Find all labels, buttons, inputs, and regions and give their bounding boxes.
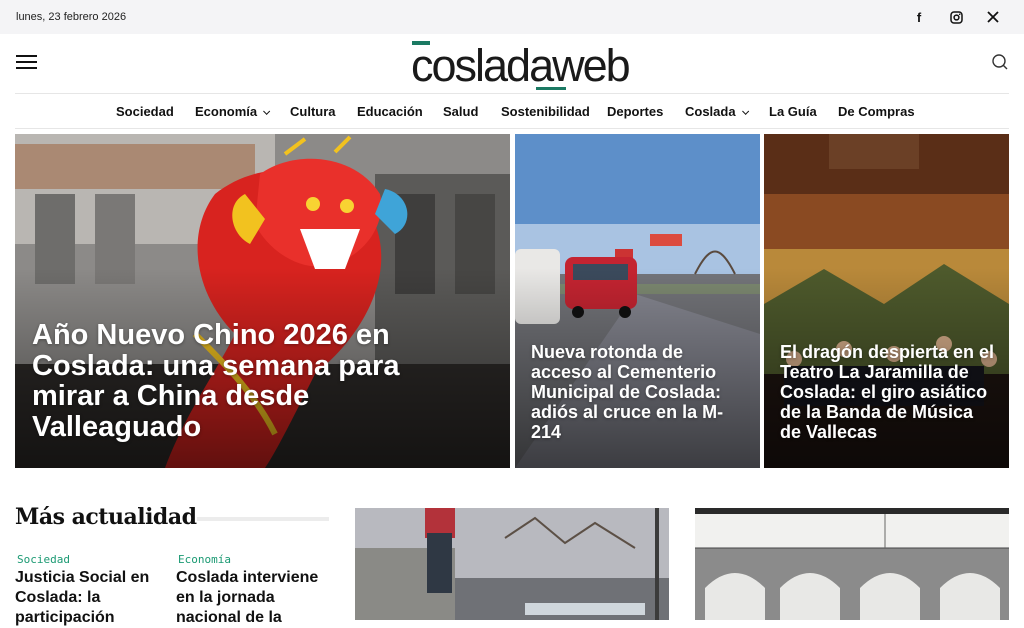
search-icon[interactable] xyxy=(991,53,1009,71)
architectural-drawing-image xyxy=(695,508,1009,620)
article-image-street[interactable] xyxy=(355,508,669,620)
section-divider xyxy=(197,517,329,521)
chevron-down-icon xyxy=(263,107,271,115)
nav-item-la-guia[interactable]: La Guía xyxy=(769,104,817,119)
nav-item-cultura[interactable]: Cultura xyxy=(290,104,336,119)
facebook-icon[interactable]: f xyxy=(909,7,929,27)
nav-item-deportes[interactable]: Deportes xyxy=(607,104,663,119)
site-logo[interactable]: cosladaweb xyxy=(411,38,631,90)
instagram-icon[interactable] xyxy=(946,7,966,27)
hero-article-roundabout[interactable]: Nueva rotonda de acceso al Cementerio Mu… xyxy=(515,134,760,468)
instagram-glyph-icon xyxy=(949,10,963,24)
street-workers-image xyxy=(355,508,669,620)
article-category-economia[interactable]: Economía xyxy=(178,553,231,566)
nav-item-economia[interactable]: Economía xyxy=(195,104,271,119)
hero-article-theatre[interactable]: El dragón despierta en el Teatro La Jara… xyxy=(764,134,1009,468)
hero-title-main[interactable]: Año Nuevo Chino 2026 en Coslada: una sem… xyxy=(32,320,452,442)
hero-title-roundabout[interactable]: Nueva rotonda de acceso al Cementerio Mu… xyxy=(531,342,746,442)
hero-article-main[interactable]: Año Nuevo Chino 2026 en Coslada: una sem… xyxy=(15,134,510,468)
nav-item-salud[interactable]: Salud xyxy=(443,104,478,119)
logo-accent-underline xyxy=(536,87,566,90)
nav-item-sociedad[interactable]: Sociedad xyxy=(116,104,174,119)
nav-divider xyxy=(15,128,1009,129)
main-navigation: Sociedad Economía Cultura Educación Salu… xyxy=(0,94,1024,128)
section-title: Más actualidad xyxy=(15,504,197,530)
article-category-sociedad[interactable]: Sociedad xyxy=(17,553,70,566)
article-image-sketch[interactable] xyxy=(695,508,1009,620)
current-date: lunes, 23 febrero 2026 xyxy=(16,11,127,23)
logo-text: cosladaweb xyxy=(411,40,631,91)
nav-item-educacion[interactable]: Educación xyxy=(357,104,423,119)
menu-icon[interactable] xyxy=(16,55,37,70)
x-glyph-icon xyxy=(987,11,999,23)
chevron-down-icon xyxy=(741,107,749,115)
x-twitter-icon[interactable] xyxy=(983,7,1003,27)
nav-item-coslada[interactable]: Coslada xyxy=(685,104,749,119)
article-title[interactable]: Justicia Social en Coslada: la participa… xyxy=(15,568,165,628)
article-title[interactable]: Coslada interviene en la jornada naciona… xyxy=(176,568,326,628)
nav-item-de-compras[interactable]: De Compras xyxy=(838,104,915,119)
hero-title-theatre[interactable]: El dragón despierta en el Teatro La Jara… xyxy=(780,342,995,442)
top-bar: lunes, 23 febrero 2026 f xyxy=(0,0,1024,34)
nav-item-sostenibilidad[interactable]: Sostenibilidad xyxy=(501,104,590,119)
